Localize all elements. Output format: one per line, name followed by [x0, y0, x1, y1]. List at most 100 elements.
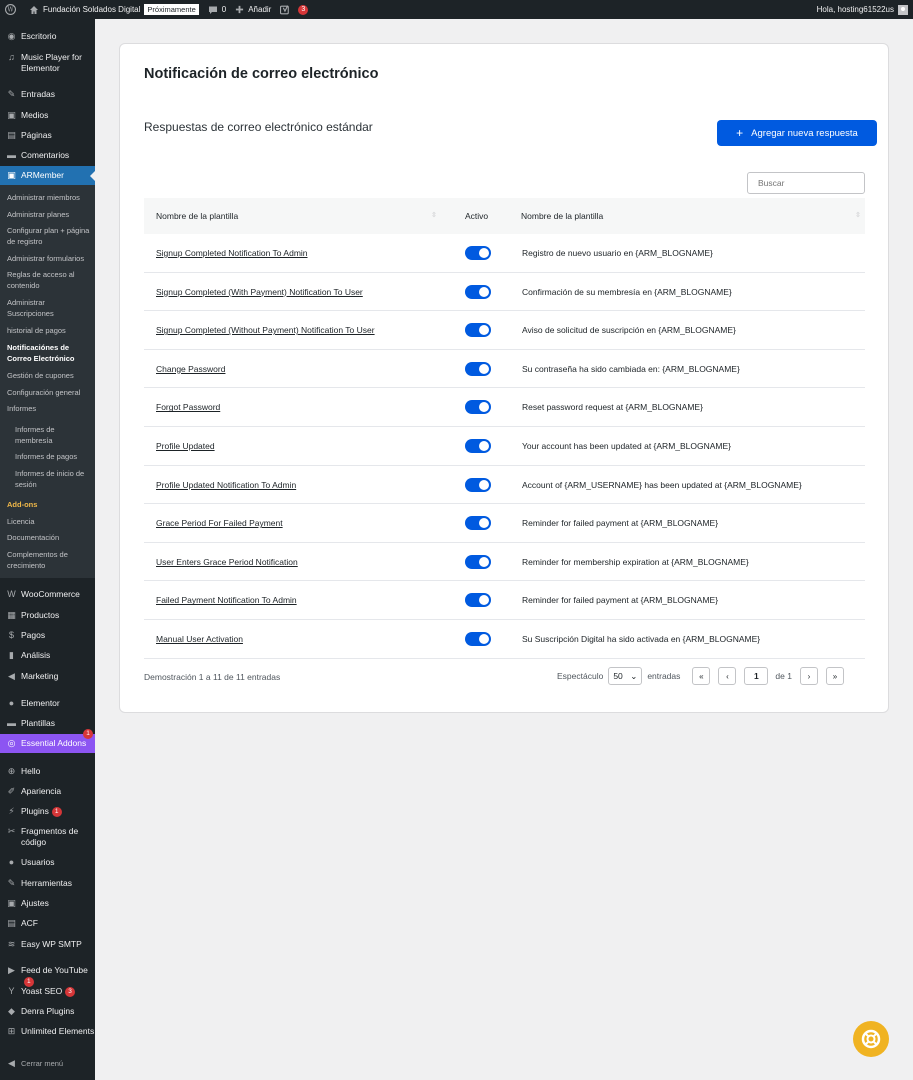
menu-plantillas[interactable]: ▬ Plantillas — [0, 718, 95, 729]
menu-ajustes[interactable]: ▣ Ajustes — [0, 898, 95, 909]
yoast-link[interactable]: 3 — [280, 4, 309, 15]
add-response-button[interactable]: + Agregar nueva respuesta — [717, 120, 877, 146]
per-page-select[interactable]: 50 ⌄ — [608, 667, 643, 685]
coming-soon-badge[interactable]: Próximamente — [144, 4, 199, 15]
template-subject: Reset password request at {ARM_BLOGNAME} — [522, 402, 703, 413]
active-toggle[interactable] — [465, 284, 491, 299]
submenu-informes[interactable]: Informes — [7, 404, 93, 415]
menu-apariencia[interactable]: ✐ Apariencia — [0, 786, 95, 797]
menu-analisis[interactable]: ▮ Análisis — [0, 650, 95, 661]
submenu-informes-sesion[interactable]: Informes de inicio de sesión — [15, 469, 93, 490]
submenu-configuracion[interactable]: Configuración general — [7, 388, 93, 399]
menu-yoast[interactable]: Y Yoast SEO 3 — [0, 986, 95, 997]
first-page-button[interactable]: « — [692, 667, 711, 685]
search-input[interactable] — [747, 172, 865, 194]
menu-hello[interactable]: ⊕ Hello — [0, 766, 95, 777]
menu-pagos[interactable]: $ Pagos — [0, 630, 95, 641]
active-toggle[interactable] — [465, 400, 491, 415]
submenu-notificaciones[interactable]: Notificaciónes de Correo Electrónico — [7, 343, 93, 364]
submenu-miembros[interactable]: Administrar miembros — [7, 193, 93, 204]
menu-usuarios[interactable]: ● Usuarios — [0, 857, 95, 868]
help-button[interactable] — [853, 1021, 889, 1057]
menu-denra[interactable]: ◆ Denra Plugins — [0, 1006, 95, 1017]
prev-page-button[interactable]: ‹ — [718, 667, 737, 685]
submenu-documentacion[interactable]: Documentación — [7, 533, 93, 544]
template-name-link[interactable]: Forgot Password — [156, 402, 220, 412]
submenu-formularios[interactable]: Administrar formularios — [7, 254, 93, 265]
active-toggle[interactable] — [465, 554, 491, 569]
active-toggle[interactable] — [465, 632, 491, 646]
template-name-link[interactable]: Change Password — [156, 364, 225, 374]
submenu-cupones[interactable]: Gestión de cupones — [7, 371, 93, 382]
submenu-addons[interactable]: Add-ons — [7, 500, 93, 511]
menu-herramientas[interactable]: ✎ Herramientas — [0, 878, 95, 889]
submenu-informes-pagos[interactable]: Informes de pagos — [15, 452, 93, 463]
wrench-icon: ✎ — [7, 878, 16, 888]
template-name-link[interactable]: Manual User Activation — [156, 634, 243, 644]
active-toggle[interactable] — [465, 477, 491, 492]
yoast-count-badge: 3 — [298, 4, 309, 15]
template-name-link[interactable]: Signup Completed (Without Payment) Notif… — [156, 325, 375, 335]
of-pages-label: de 1 — [775, 671, 792, 681]
active-toggle[interactable] — [465, 439, 491, 453]
menu-easy-wp-smtp[interactable]: ≋ Easy WP SMTP — [0, 939, 95, 950]
column-header-template-name[interactable]: Nombre de la plantilla — [156, 211, 238, 221]
menu-feed-youtube[interactable]: ▶ Feed de YouTube1 — [0, 965, 95, 987]
submenu-licencia[interactable]: Licencia — [7, 517, 93, 528]
sort-icon[interactable]: ⇳ — [431, 211, 437, 219]
template-name-link[interactable]: User Enters Grace Period Notification — [156, 557, 298, 567]
menu-woocommerce[interactable]: W WooCommerce — [0, 589, 95, 600]
menu-productos[interactable]: ▦ Productos — [0, 610, 95, 621]
active-toggle[interactable] — [465, 361, 491, 376]
sort-icon[interactable]: ⇳ — [855, 211, 861, 219]
menu-music-player[interactable]: ♫ Music Player for Elementor — [0, 52, 95, 74]
menu-paginas[interactable]: ▤ Páginas — [0, 130, 95, 141]
menu-entradas[interactable]: ✎ Entradas — [0, 89, 95, 100]
menu-armember[interactable]: ▣ ARMember — [0, 166, 95, 185]
plus-icon — [236, 5, 244, 14]
template-name-link[interactable]: Grace Period For Failed Payment — [156, 518, 283, 528]
menu-medios[interactable]: ▣ Medios — [0, 110, 95, 121]
active-toggle[interactable] — [465, 593, 491, 608]
template-name-link[interactable]: Signup Completed (With Payment) Notifica… — [156, 287, 363, 297]
menu-fragmentos[interactable]: ✂ Fragmentos de código — [0, 826, 95, 848]
submenu-reglas[interactable]: Reglas de acceso al contenido — [7, 270, 93, 291]
active-toggle[interactable] — [465, 323, 491, 338]
active-toggle[interactable] — [465, 246, 491, 260]
last-page-button[interactable]: » — [825, 667, 844, 685]
template-name-link[interactable]: Failed Payment Notification To Admin — [156, 595, 297, 605]
menu-elementor[interactable]: ● Elementor — [0, 698, 95, 709]
menu-marketing[interactable]: ◀ Marketing — [0, 671, 95, 682]
template-name-link[interactable]: Profile Updated — [156, 441, 215, 451]
menu-plugins[interactable]: ⚡ Plugins 1 — [0, 806, 95, 817]
submenu-informes-membresia[interactable]: Informes de membresía — [15, 425, 93, 446]
menu-acf[interactable]: ▤ ACF — [0, 918, 95, 929]
submenu-historial[interactable]: historial de pagos — [7, 326, 93, 337]
menu-apariencia-label: Apariencia — [21, 786, 62, 796]
wordpress-logo-icon[interactable]: W — [5, 4, 20, 15]
submenu-planes[interactable]: Administrar planes — [7, 210, 93, 221]
add-new-link[interactable]: Añadir — [235, 5, 271, 14]
submenu-suscripciones[interactable]: Administrar Suscripciones — [7, 298, 93, 319]
menu-marketing-label: Marketing — [21, 671, 59, 681]
submenu-configurar-plan[interactable]: Configurar plan + página de registro — [7, 226, 93, 247]
menu-escritorio[interactable]: ◉ Escritorio — [0, 31, 95, 42]
current-page[interactable]: 1 — [744, 667, 769, 685]
next-page-button[interactable]: › — [799, 667, 818, 685]
menu-unlimited[interactable]: ⊞ Unlimited Elements — [0, 1026, 95, 1037]
site-name: Fundación Soldados Digital — [43, 5, 141, 14]
menu-comentarios[interactable]: ▬ Comentarios — [0, 150, 95, 161]
submenu-complementos[interactable]: Complementos de crecimiento — [7, 550, 93, 571]
paintbrush-icon: ✐ — [7, 786, 16, 796]
site-name-link[interactable]: Fundación Soldados Digital Próximamente — [29, 4, 199, 15]
menu-essential-addons[interactable]: ◎ Essential Addons 1 — [0, 729, 95, 753]
template-name-link[interactable]: Profile Updated Notification To Admin — [156, 480, 296, 490]
my-account[interactable]: Hola, hosting61522us — [817, 4, 908, 15]
collapse-menu-button[interactable]: ◀ Cerrar menú — [0, 1058, 95, 1069]
active-toggle[interactable] — [465, 516, 491, 531]
column-header-subject[interactable]: Nombre de la plantilla — [521, 211, 603, 221]
plugin-icon: ⚡ — [8, 806, 15, 816]
comments-link[interactable]: 0 — [208, 5, 226, 15]
template-name-link[interactable]: Signup Completed Notification To Admin — [156, 248, 308, 258]
column-header-active[interactable]: Activo — [465, 211, 488, 221]
